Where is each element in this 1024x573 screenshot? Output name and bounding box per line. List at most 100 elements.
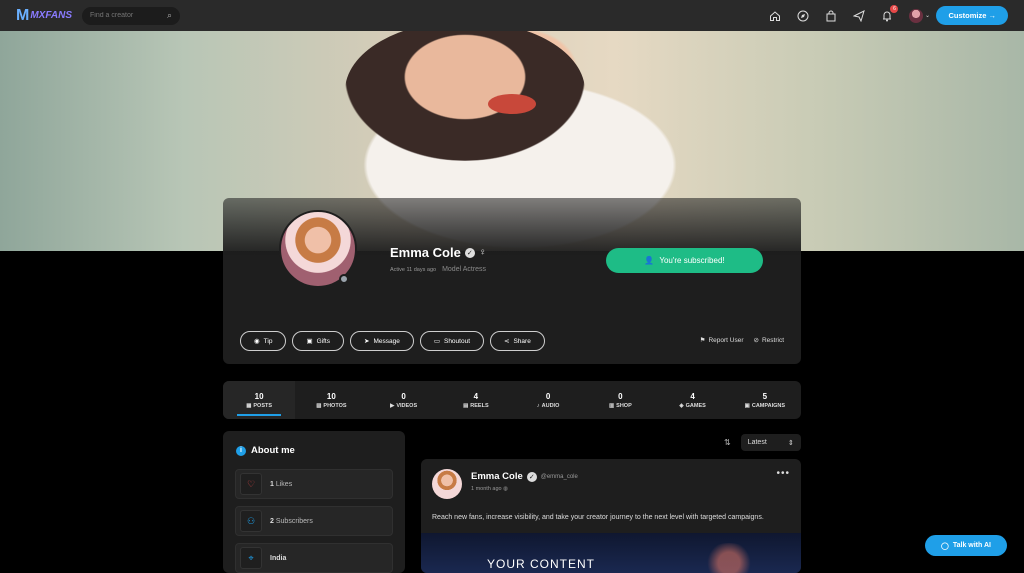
grid-icon: ▦ <box>246 402 252 409</box>
tab-label: PHOTOS <box>323 402 347 409</box>
message-button[interactable]: ➤ Message <box>350 331 414 351</box>
tab-label: GAMES <box>685 402 706 409</box>
video-icon: ▭ <box>433 338 440 345</box>
share-label: Share <box>513 337 531 345</box>
send-message-icon[interactable] <box>852 9 866 23</box>
sort-icon[interactable]: ⇅ <box>724 438 731 447</box>
talk-with-ai-button[interactable]: ◯ Talk with AI <box>925 535 1007 556</box>
logo[interactable]: M MXFANS <box>16 7 72 25</box>
tab-campaigns[interactable]: 5 ▣ CAMPAIGNS <box>729 381 801 419</box>
tab-label: SHOP <box>616 402 632 409</box>
info-icon: i <box>236 445 246 456</box>
search-icon[interactable]: ⌕ <box>167 10 172 21</box>
gamepad-icon: ◈ <box>679 402 684 409</box>
shoutout-button[interactable]: ▭ Shoutout <box>419 331 485 351</box>
report-label: Report User <box>708 336 744 344</box>
gifts-button[interactable]: ▣ Gifts <box>292 331 344 351</box>
notification-badge: 6 <box>890 4 899 13</box>
report-user-link[interactable]: ⚑ Report User <box>699 336 744 345</box>
tab-label: CAMPAIGNS <box>751 402 786 409</box>
logo-mark-icon: M <box>16 6 29 24</box>
explore-compass-icon[interactable] <box>796 9 810 23</box>
subscribed-button[interactable]: 👤 You're subscribed! <box>606 248 763 273</box>
profile-name: Emma Cole <box>390 245 461 260</box>
chat-icon: ◯ <box>941 542 949 550</box>
verified-icon: ✓ <box>526 471 537 482</box>
post-handle: @emma_cole <box>540 473 578 480</box>
tab-count: 0 <box>618 391 623 401</box>
video-icon: ▶ <box>390 402 395 409</box>
send-icon: ➤ <box>364 338 370 345</box>
chevron-updown-icon: ⇕ <box>787 439 794 447</box>
restrict-label: Restrict <box>761 336 784 344</box>
post-card: Emma Cole ✓ @emma_cole 1 month ago ◍ •••… <box>421 459 801 573</box>
shoutout-label: Shoutout <box>443 337 471 345</box>
shop-bag-icon[interactable] <box>824 9 838 23</box>
tab-photos[interactable]: 10 ▨ PHOTOS <box>295 381 367 419</box>
last-active: Active 11 days ago <box>390 266 437 273</box>
post-media[interactable]: YOUR CONTENT <box>421 533 801 573</box>
heart-icon: ♡ <box>240 473 262 495</box>
logo-text: MXFANS <box>30 10 72 21</box>
tip-button[interactable]: ◉ Tip <box>240 331 287 351</box>
share-button[interactable]: ⋖ Share <box>490 331 545 351</box>
image-icon: ▨ <box>316 402 322 409</box>
profile-card: Emma Cole ✓ ♀ Active 11 days ago Model A… <box>223 198 801 364</box>
sort-selected: Latest <box>747 439 767 446</box>
tab-count: 0 <box>545 391 551 401</box>
more-options-icon[interactable]: ••• <box>776 468 790 479</box>
user-check-icon: 👤 <box>644 256 655 265</box>
tab-label: VIDEOS <box>396 402 418 409</box>
post-text: Reach new fans, increase visibility, and… <box>432 514 764 521</box>
tab-label: POSTS <box>253 402 273 409</box>
home-icon[interactable] <box>768 9 782 23</box>
tab-reels[interactable]: 4 ▤ REELS <box>440 381 512 419</box>
gifts-label: Gifts <box>316 337 330 345</box>
post-time-text: 1 month ago <box>471 486 502 492</box>
subscribers-row: ⚇ 2 Subscribers <box>235 506 393 536</box>
likes-label: Likes <box>275 480 293 488</box>
tab-count: 4 <box>690 391 695 401</box>
notifications-bell-icon[interactable]: 6 <box>880 4 899 23</box>
tab-count: 10 <box>326 391 336 401</box>
tab-games[interactable]: 4 ◈ GAMES <box>657 381 729 419</box>
users-icon: ⚇ <box>240 510 262 532</box>
block-icon: ⊘ <box>753 337 759 344</box>
search-box[interactable]: ⌕ <box>82 6 180 25</box>
sort-controls: ⇅ Latest ⇕ <box>724 434 801 451</box>
share-icon: ⋖ <box>504 338 510 345</box>
status-dot <box>339 274 349 284</box>
user-menu[interactable]: ⌄ <box>908 8 930 23</box>
cover-lips <box>488 94 536 114</box>
subscribed-label: You're subscribed! <box>659 256 725 265</box>
globe-icon: ◍ <box>503 486 508 492</box>
chevron-down-icon: ⌄ <box>924 13 930 19</box>
tab-audio[interactable]: 0 ♪ AUDIO <box>512 381 584 419</box>
sort-select[interactable]: Latest ⇕ <box>740 434 801 451</box>
tip-label: Tip <box>263 337 273 345</box>
subscribers-count: 2 <box>270 517 274 525</box>
profile-role: Model Actress <box>442 266 487 273</box>
post-media-text: YOUR CONTENT <box>487 557 595 571</box>
gift-icon: ▣ <box>306 338 313 345</box>
flag-icon: ⚑ <box>699 337 706 344</box>
content-tabs: 10 ▦ POSTS 10 ▨ PHOTOS 0 ▶ VIDEOS 4 ▤ REELS … <box>223 381 801 419</box>
customize-button[interactable]: Customize → <box>936 6 1008 25</box>
avatar <box>908 8 923 23</box>
tab-posts[interactable]: 10 ▦ POSTS <box>223 381 296 419</box>
about-title: About me <box>251 445 295 456</box>
tab-shop[interactable]: 0 ▥ SHOP <box>584 381 656 419</box>
restrict-link[interactable]: ⊘ Restrict <box>753 336 784 345</box>
tab-videos[interactable]: 0 ▶ VIDEOS <box>368 381 440 419</box>
about-panel: i About me ♡ 1 Likes ⚇ 2 Subscribers ⌖ I… <box>223 431 405 573</box>
message-label: Message <box>373 337 400 345</box>
top-navbar: M MXFANS ⌕ 6 ⌄ Customize → <box>0 0 1024 31</box>
post-avatar[interactable] <box>432 469 462 499</box>
heart-hands-graphic <box>699 543 759 573</box>
location-text: India <box>270 554 287 562</box>
search-input[interactable] <box>90 12 160 19</box>
reels-icon: ▤ <box>463 402 469 409</box>
post-author-name[interactable]: Emma Cole <box>471 471 523 482</box>
tab-label: AUDIO <box>541 402 560 409</box>
tab-count: 0 <box>401 391 406 401</box>
